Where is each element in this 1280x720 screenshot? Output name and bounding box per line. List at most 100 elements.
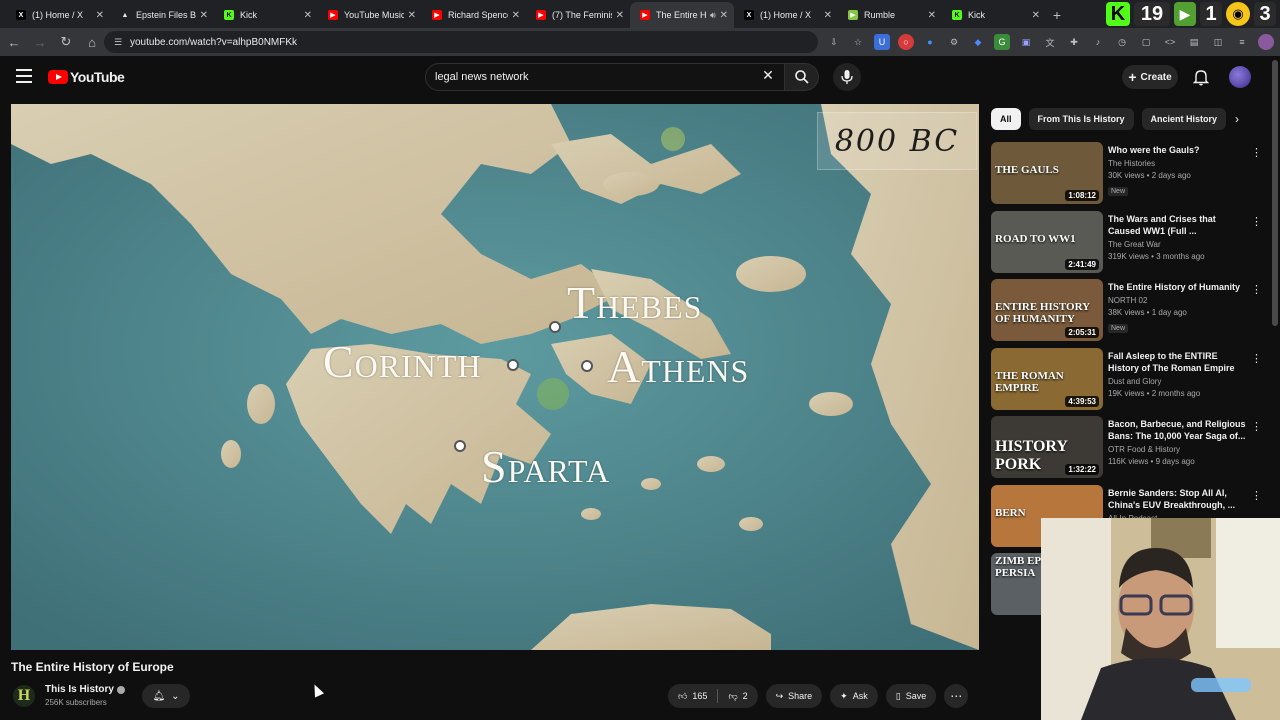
more-options-icon[interactable]: ⋮	[1251, 146, 1262, 159]
account-avatar[interactable]	[1229, 66, 1251, 88]
search-button[interactable]	[785, 63, 819, 91]
media-icon[interactable]: ♪	[1090, 34, 1106, 50]
share-button[interactable]: ↪ Share	[765, 684, 823, 708]
recommendation-item[interactable]: THE ROMAN EMPIRE 4:39:53 Fall Asleep to th…	[991, 347, 1273, 417]
youtube-logo[interactable]: YouTube	[48, 69, 125, 85]
voice-search-button[interactable]	[833, 63, 861, 91]
tab-close-icon[interactable]: ✕	[200, 10, 208, 21]
tab-close-icon[interactable]: ✕	[304, 10, 312, 21]
extension-icon-5[interactable]: ◆	[970, 34, 986, 50]
forward-icon[interactable]: →	[28, 30, 52, 54]
clear-search-icon[interactable]: ✕	[758, 67, 778, 87]
search-input[interactable]	[435, 71, 755, 83]
back-icon[interactable]: ←	[2, 30, 26, 54]
play-extension-icon[interactable]: ▶	[1174, 2, 1196, 26]
more-actions-button[interactable]: ⋯	[944, 684, 969, 708]
extension-icon-6[interactable]: G	[994, 34, 1010, 50]
recommendation-channel[interactable]: The Great War	[1108, 240, 1248, 249]
filter-chip[interactable]: From This Is History	[1028, 108, 1134, 130]
bookmark-star-icon[interactable]: ☆	[850, 34, 866, 50]
page-scrollbar[interactable]	[1272, 60, 1278, 326]
extension-icon-1[interactable]: U	[874, 34, 890, 50]
tab-close-icon[interactable]: ✕	[720, 10, 728, 21]
video-player[interactable]: 800 BC Thebes Corinth Athens Sparta	[11, 104, 979, 650]
tab-close-icon[interactable]: ✕	[1032, 10, 1040, 21]
recommendation-title[interactable]: The Entire History of Humanity	[1108, 281, 1248, 293]
recommendation-channel[interactable]: The Histories	[1108, 159, 1248, 168]
browser-tab[interactable]: ▶ YouTube Music ✕	[318, 2, 422, 28]
more-options-icon[interactable]: ⋮	[1251, 352, 1262, 365]
cast-icon[interactable]: ≡	[1234, 34, 1250, 50]
extension-icon-7[interactable]: ▣	[1018, 34, 1034, 50]
recommendation-item[interactable]: THE GAULS 1:08:12 Who were the Gauls? The H…	[991, 142, 1273, 211]
filter-chip[interactable]: All	[991, 108, 1021, 130]
install-app-icon[interactable]: ⇩	[826, 34, 842, 50]
recommendation-title[interactable]: Bacon, Barbecue, and Religious Bans: The…	[1108, 418, 1248, 442]
create-button[interactable]: + Create	[1122, 65, 1178, 89]
browser-tab[interactable]: X (1) Home / X ✕	[6, 2, 110, 28]
tab-close-icon[interactable]: ✕	[96, 10, 104, 21]
more-options-icon[interactable]: ⋮	[1251, 215, 1262, 228]
recommendation-title[interactable]: Who were the Gauls?	[1108, 144, 1248, 156]
subscription-bell-button[interactable]: 🔔︎ ⌄	[142, 684, 190, 708]
site-info-icon[interactable]: ☰	[114, 37, 124, 47]
new-tab-button[interactable]: +	[1046, 2, 1068, 28]
counter-badge-1[interactable]: 19	[1134, 2, 1170, 26]
profile-icon[interactable]	[1258, 34, 1274, 50]
more-options-icon[interactable]: ⋮	[1251, 420, 1262, 433]
channel-avatar[interactable]: H	[13, 685, 35, 707]
browser-tab[interactable]: X (1) Home / X ✕	[734, 2, 838, 28]
screenshot-icon[interactable]: ▢	[1138, 34, 1154, 50]
translate-icon[interactable]: 文	[1042, 34, 1058, 50]
more-options-icon[interactable]: ⋮	[1251, 489, 1262, 502]
chevron-right-icon[interactable]: ›	[1235, 112, 1239, 126]
tab-close-icon[interactable]: ✕	[616, 10, 624, 21]
home-icon[interactable]: ⌂	[80, 30, 104, 54]
extension-icon-2[interactable]: ○	[898, 34, 914, 50]
tab-close-icon[interactable]: ✕	[408, 10, 416, 21]
browser-tab[interactable]: K Kick ✕	[942, 2, 1046, 28]
recommendation-thumbnail[interactable]: THE ROMAN EMPIRE 4:39:53	[991, 347, 1103, 410]
tab-audio-icon[interactable]: 🔊︎	[710, 10, 716, 21]
like-button[interactable]: 👍︎ 165	[668, 684, 717, 708]
side-panel-icon[interactable]: ◫	[1210, 34, 1226, 50]
browser-tab[interactable]: ▶ Rumble ✕	[838, 2, 942, 28]
emoji-extension-icon[interactable]: ◉	[1226, 2, 1250, 26]
recommendation-thumbnail[interactable]: THE GAULS 1:08:12	[991, 142, 1103, 204]
extension-icon-3[interactable]: ●	[922, 34, 938, 50]
browser-tab[interactable]: ▲ Epstein Files Bro ✕	[110, 2, 214, 28]
recommendation-title[interactable]: The Wars and Crises that Caused WW1 (Ful…	[1108, 213, 1248, 237]
history-icon[interactable]: ◷	[1114, 34, 1130, 50]
tab-close-icon[interactable]: ✕	[928, 10, 936, 21]
recommendation-channel[interactable]: Dust and Glory	[1108, 377, 1248, 386]
filter-chip[interactable]: Ancient History	[1141, 108, 1227, 130]
ask-button[interactable]: ✦ Ask	[830, 684, 878, 708]
recommendation-channel[interactable]: NORTH 02	[1108, 296, 1248, 305]
recommendation-thumbnail[interactable]: ROAD TO WW1 2:41:49	[991, 210, 1103, 273]
notifications-button[interactable]	[1191, 67, 1211, 87]
recommendation-thumbnail[interactable]: ENTIRE HISTORY OF HUMANITY 2:05:31	[991, 279, 1103, 341]
recommendation-title[interactable]: Bernie Sanders: Stop All AI, China's EUV…	[1108, 487, 1248, 511]
counter-badge-2[interactable]: 1	[1200, 2, 1222, 26]
browser-tab[interactable]: K Kick ✕	[214, 2, 318, 28]
kick-extension-icon[interactable]: K	[1106, 2, 1130, 26]
recommendation-thumbnail[interactable]: HISTORY PORK 1:32:22	[991, 416, 1103, 478]
reading-list-icon[interactable]: ▤	[1186, 34, 1202, 50]
recommendation-item[interactable]: ROAD TO WW1 2:41:49 The Wars and Crises th…	[991, 210, 1273, 280]
reload-icon[interactable]: ↻	[54, 30, 78, 54]
browser-tab[interactable]: ▶ The Entire H 🔊︎ ✕	[630, 2, 734, 28]
recommendation-item[interactable]: HISTORY PORK 1:32:22 Bacon, Barbecue, and …	[991, 416, 1273, 485]
tab-close-icon[interactable]: ✕	[512, 10, 520, 21]
browser-tab[interactable]: ▶ Richard Spencer ✕	[422, 2, 526, 28]
puzzle-icon[interactable]: ✚	[1066, 34, 1082, 50]
tab-close-icon[interactable]: ✕	[824, 10, 832, 21]
menu-icon[interactable]	[16, 69, 32, 83]
browser-tab[interactable]: ▶ (7) The Feminist ✕	[526, 2, 630, 28]
address-bar[interactable]: ☰ youtube.com/watch?v=alhpB0NMFKk	[104, 31, 818, 53]
recommendation-channel[interactable]: OTR Food & History	[1108, 445, 1248, 454]
recommendation-item[interactable]: ENTIRE HISTORY OF HUMANITY 2:05:31 The Ent…	[991, 279, 1273, 348]
save-button[interactable]: ▯ Save	[885, 684, 937, 708]
counter-badge-3[interactable]: 3	[1254, 2, 1276, 26]
channel-name[interactable]: This Is History	[45, 684, 114, 695]
devtools-icon[interactable]: <>	[1162, 34, 1178, 50]
